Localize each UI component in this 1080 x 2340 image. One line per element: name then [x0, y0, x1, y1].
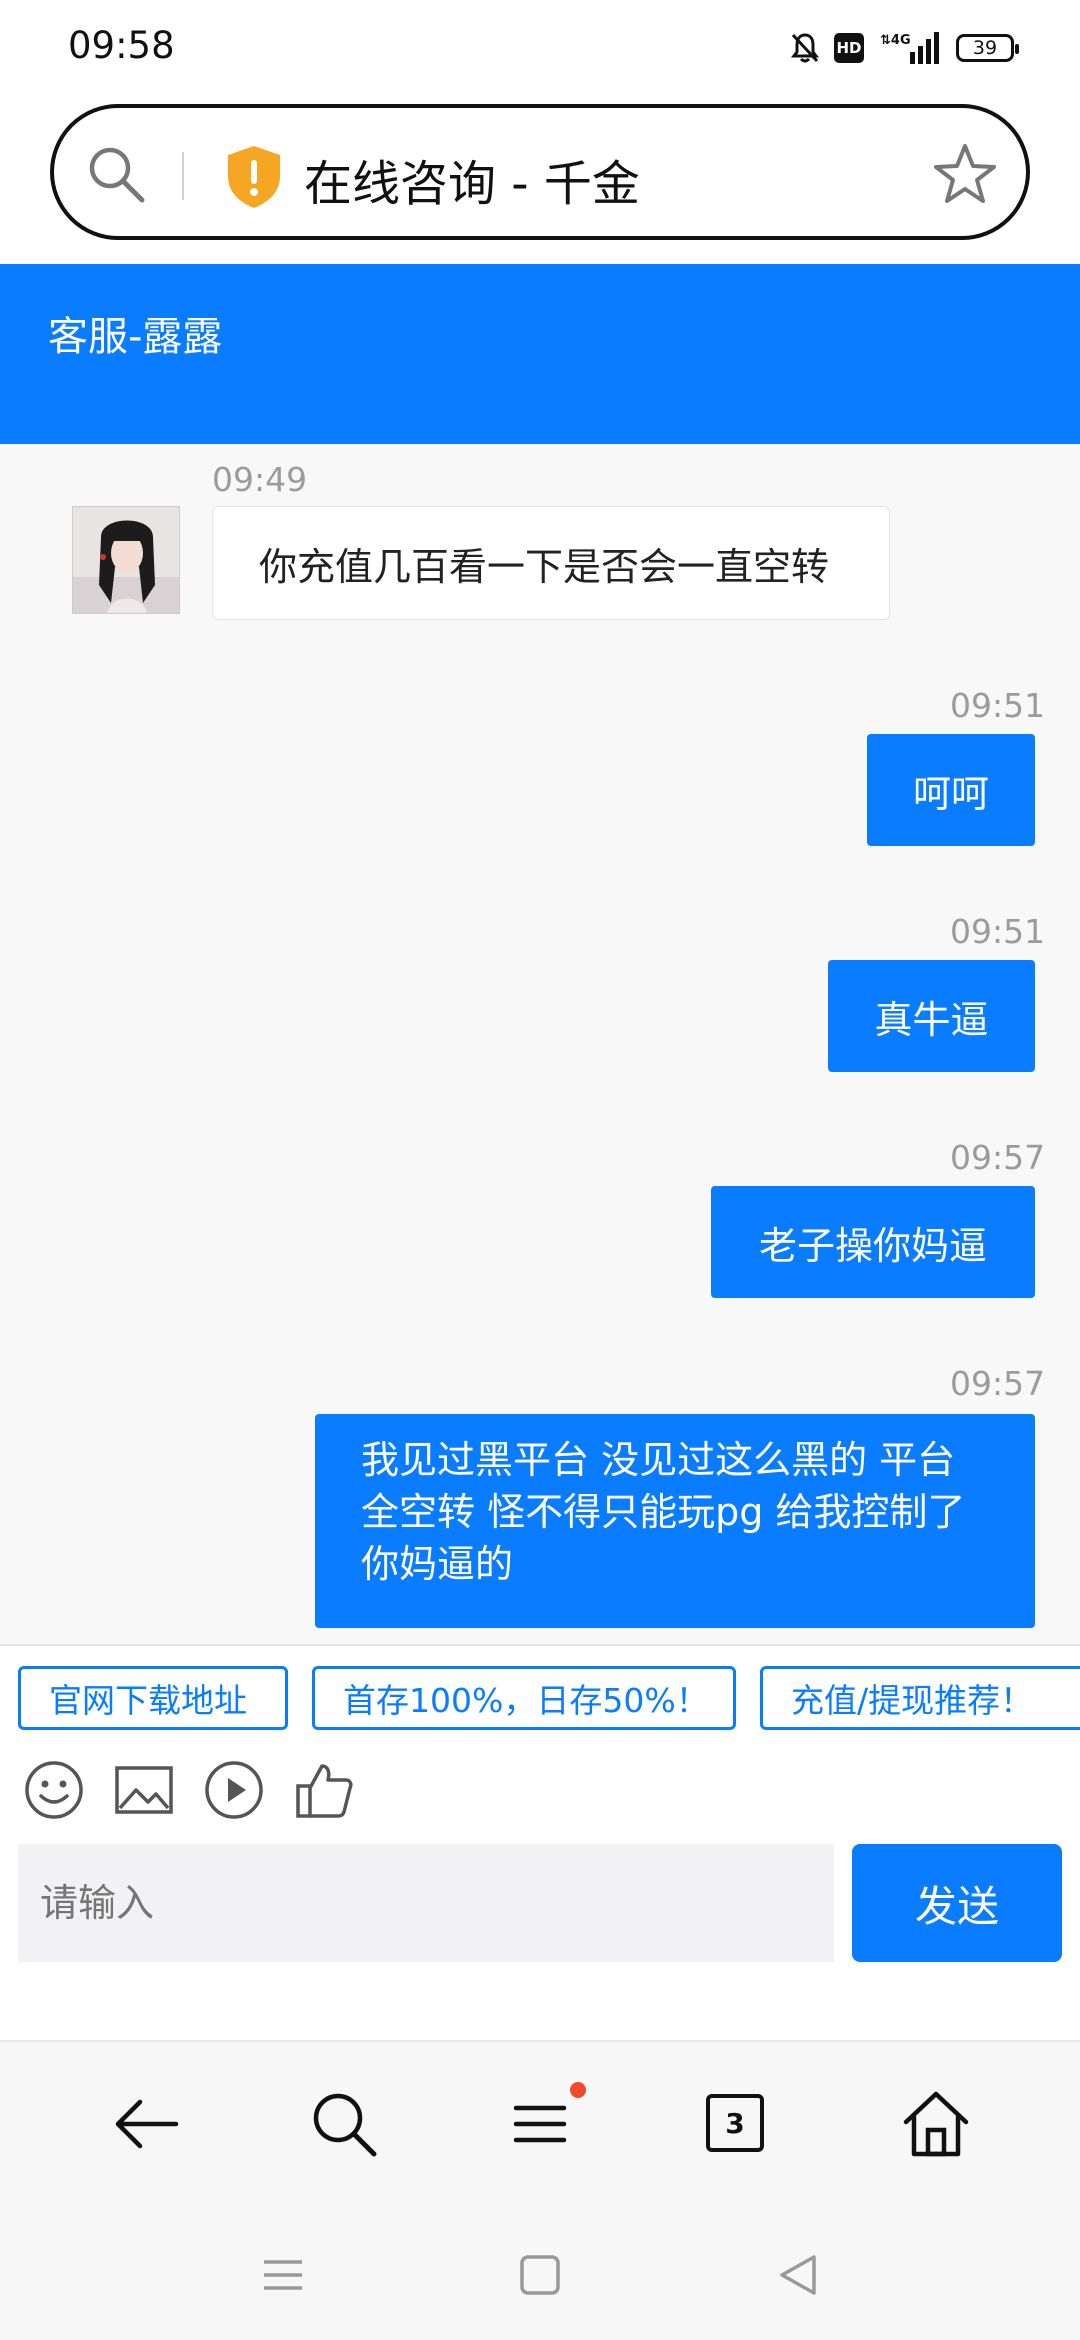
message-line: 你妈逼的	[361, 1542, 514, 1586]
quick-reply-recharge[interactable]: 充值/提现推荐！	[760, 1666, 1080, 1730]
battery-icon: 39	[956, 34, 1019, 62]
send-button[interactable]: 发送	[852, 1844, 1062, 1962]
input-row: 发送	[0, 1844, 1080, 2040]
address-bar[interactable]: 在线咨询 - 千金	[50, 104, 1030, 240]
status-bar: 09:58 HD ⇅4G 39	[0, 0, 1080, 96]
message-time: 09:51	[950, 912, 1046, 951]
avatar[interactable]	[72, 506, 180, 614]
address-area: 在线咨询 - 千金	[0, 96, 1080, 264]
back-triangle-icon[interactable]	[772, 2248, 826, 2302]
mute-bell-icon	[791, 33, 819, 63]
message-line: 我见过黑平台 没见过这么黑的 平台	[361, 1438, 956, 1482]
recent-apps-icon[interactable]	[256, 2248, 310, 2302]
quick-reply-deposit-bonus[interactable]: 首存100%，日存50%！	[312, 1666, 736, 1730]
home-square-icon[interactable]	[513, 2248, 567, 2302]
svg-text:⇅4G: ⇅4G	[880, 33, 911, 48]
status-time: 09:58	[68, 24, 175, 67]
user-message-bubble[interactable]: 真牛逼	[828, 960, 1035, 1072]
message-time: 09:57	[950, 1138, 1046, 1177]
security-shield-icon[interactable]	[224, 144, 284, 210]
message-time: 09:57	[950, 1364, 1046, 1403]
home-icon[interactable]	[898, 2086, 974, 2162]
user-message-bubble[interactable]: 呵呵	[867, 734, 1035, 846]
image-icon[interactable]	[112, 1758, 176, 1822]
quick-reply-download[interactable]: 官网下载地址	[18, 1666, 288, 1730]
emoji-icon[interactable]	[22, 1758, 86, 1822]
page-title[interactable]: 在线咨询 - 千金	[304, 144, 640, 214]
search-icon[interactable]	[84, 142, 148, 206]
hd-icon: HD	[834, 33, 864, 63]
user-message-bubble[interactable]: 老子操你妈逼	[711, 1186, 1035, 1298]
search-icon[interactable]	[306, 2086, 382, 2162]
video-icon[interactable]	[202, 1758, 266, 1822]
menu-notification-dot	[570, 2082, 586, 2098]
chat-tools	[0, 1734, 1080, 1844]
message-time: 09:51	[950, 686, 1046, 725]
system-nav	[0, 2210, 1080, 2340]
browser-nav	[0, 2040, 1080, 2210]
bookmark-star-icon[interactable]	[932, 142, 998, 208]
signal-icon: ⇅4G	[880, 32, 939, 64]
agent-message-bubble[interactable]: 你充值几百看一下是否会一直空转	[212, 506, 890, 620]
status-icons: HD ⇅4G 39	[790, 28, 1019, 68]
agent-name: 客服-露露	[48, 314, 223, 360]
menu-icon[interactable]	[502, 2086, 578, 2162]
address-divider	[182, 152, 184, 200]
message-list[interactable]: 09:49 你充值几百看一下是否会一直空转 09:51 呵呵 09:51 真牛逼…	[0, 444, 1080, 1644]
message-time: 09:49	[212, 460, 308, 499]
quick-reply-bar: 官网下载地址 首存100%，日存50%！ 充值/提现推荐！	[0, 1644, 1080, 1734]
chat-header: 客服-露露	[0, 264, 1080, 444]
tabs-button[interactable]: 3	[706, 2094, 764, 2152]
thumbs-up-icon[interactable]	[292, 1758, 356, 1822]
user-message-bubble[interactable]: 我见过黑平台 没见过这么黑的 平台 全空转 怪不得只能玩pg 给我控制了 你妈逼…	[315, 1414, 1035, 1628]
message-line: 全空转 怪不得只能玩pg 给我控制了	[361, 1490, 966, 1534]
back-arrow-icon[interactable]	[110, 2086, 186, 2162]
message-input[interactable]	[18, 1844, 834, 1962]
